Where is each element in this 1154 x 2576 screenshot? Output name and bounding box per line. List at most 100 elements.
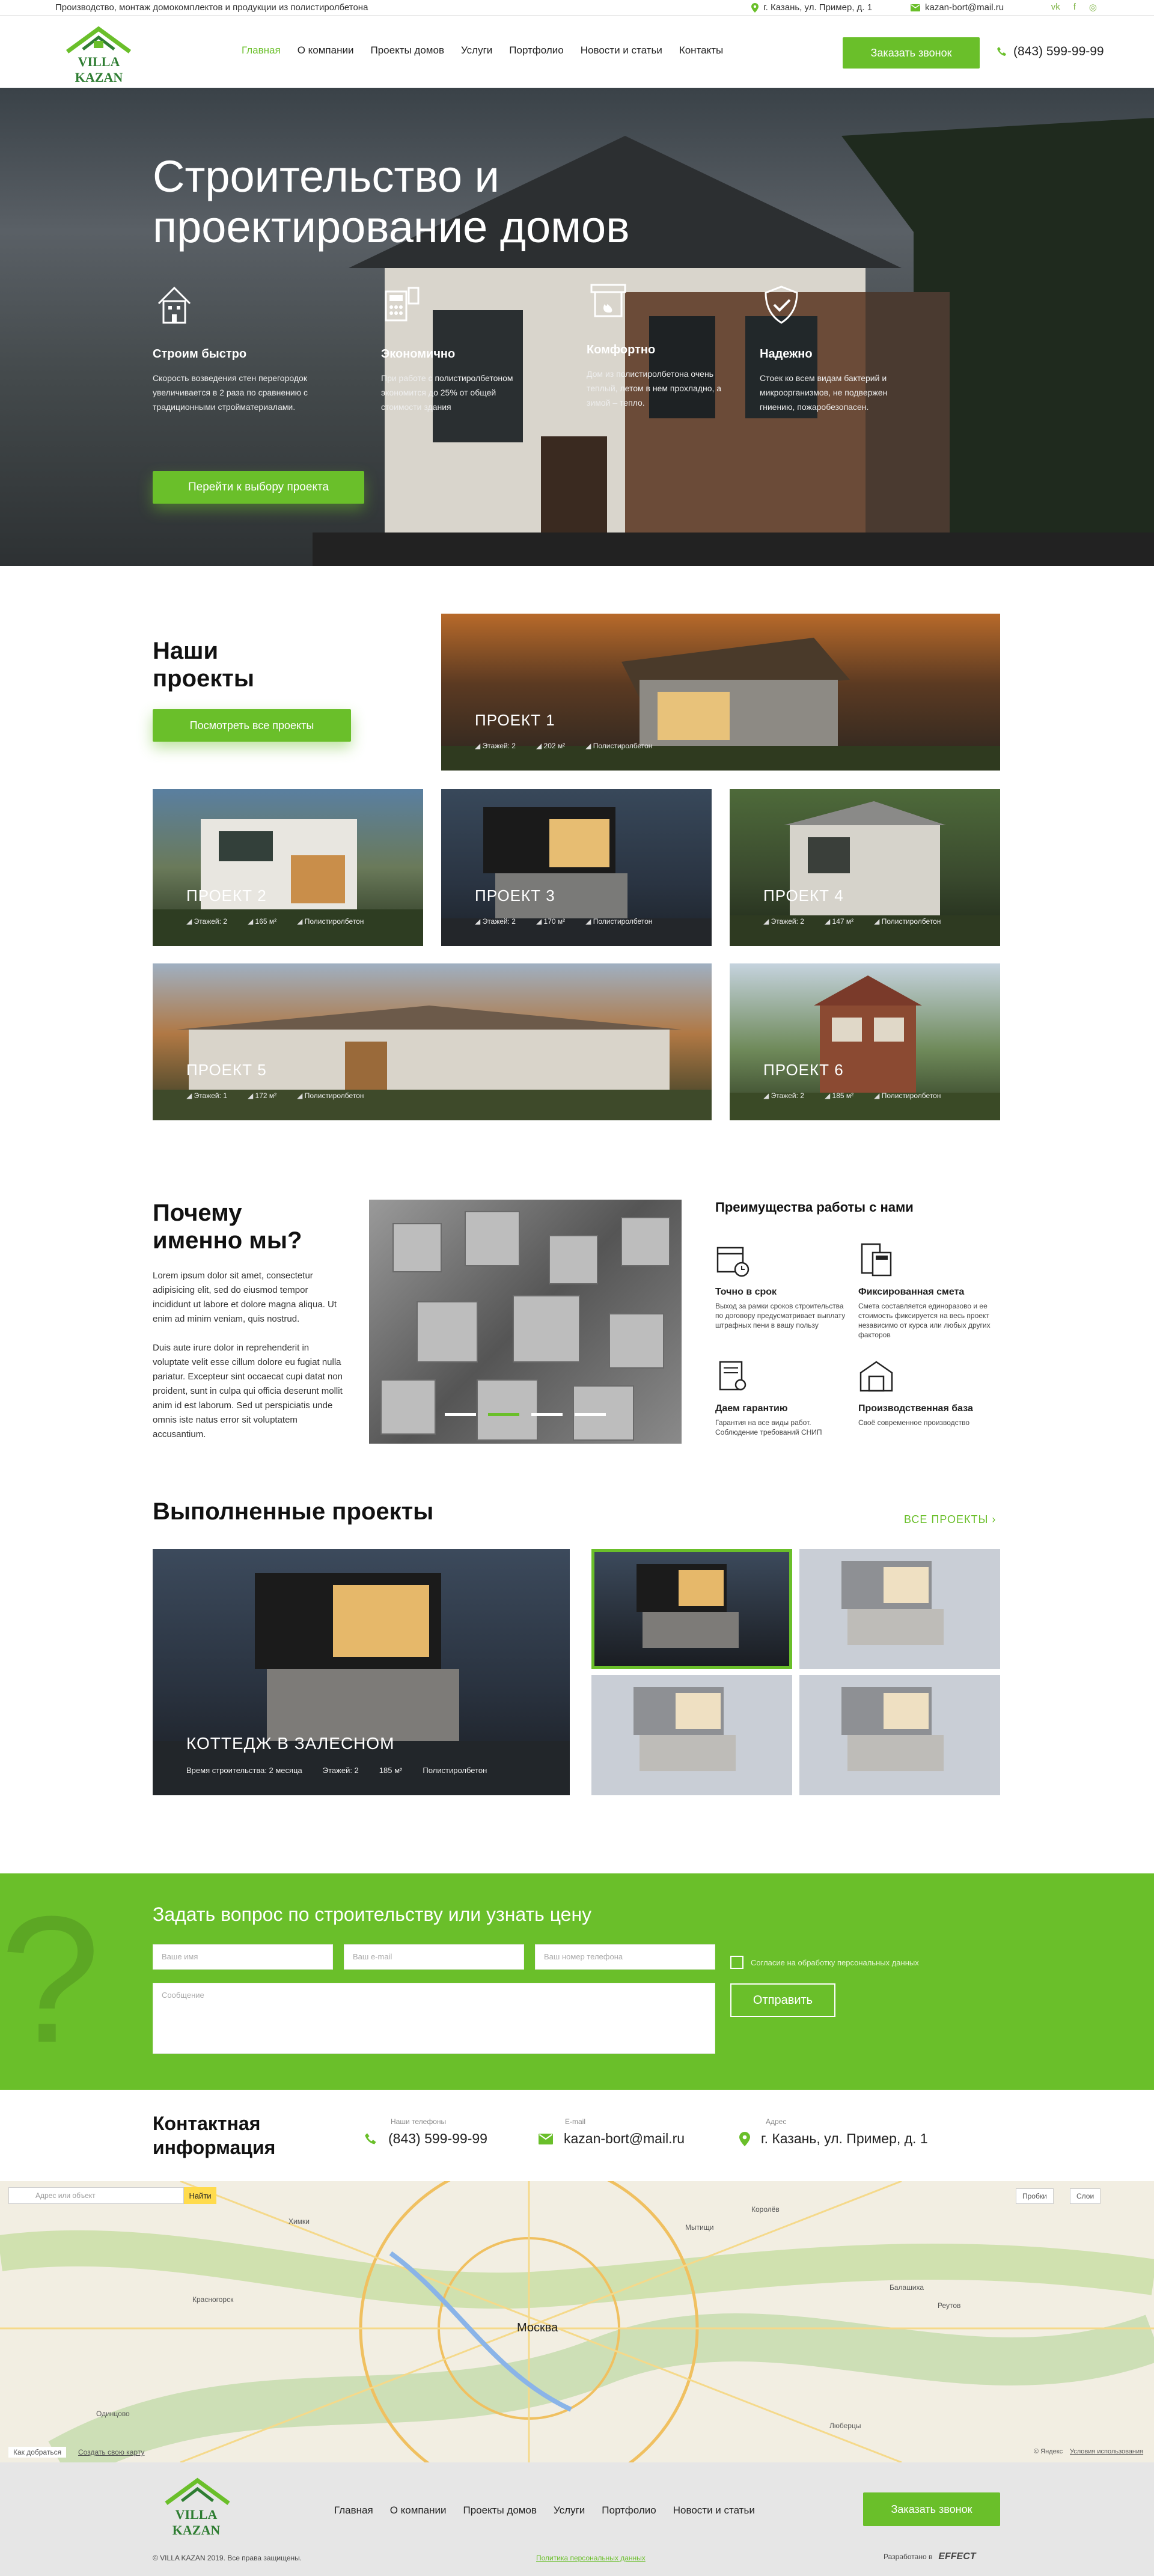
why-us-paragraph-2: Duis aute irure dolor in reprehenderit i… (153, 1343, 343, 1439)
view-all-projects-button[interactable]: Посмотреть все проекты (153, 709, 351, 742)
completed-project-main[interactable]: КОТТЕДЖ В ЗАЛЕСНОМ Время строительства: … (153, 1549, 570, 1795)
nav-item-services[interactable]: Услуги (461, 44, 492, 56)
gallery-thumb[interactable] (591, 1675, 792, 1795)
instagram-icon[interactable]: ◎ (1089, 2, 1097, 13)
layers-button[interactable]: Слои (1070, 2188, 1101, 2204)
map-search-input[interactable]: Адрес или объект (8, 2187, 184, 2204)
choose-project-button[interactable]: Перейти к выбору проекта (153, 471, 364, 504)
slider-dot-active[interactable] (488, 1413, 519, 1416)
project-area: 170 м² (536, 917, 566, 926)
slider-dot[interactable] (531, 1413, 563, 1416)
why-us-section: Почему именно мы? Lorem ipsum dolor sit … (153, 1199, 345, 1442)
nav-item-projects[interactable]: Проекты домов (370, 44, 444, 56)
project-floors: Этажей: 2 (186, 917, 227, 926)
project-meta: Этажей: 2 185 м² Полистиролбетон (763, 1091, 941, 1100)
consent-checkbox[interactable]: Согласие на обработку персональных данны… (730, 1956, 919, 1969)
advantage-title: Даем гарантию (715, 1403, 788, 1414)
vk-icon[interactable]: vk (1051, 2, 1060, 13)
project-material: Полистиролбетон (874, 1091, 941, 1100)
contact-email-value[interactable]: kazan-bort@mail.ru (564, 2131, 685, 2147)
contact-phone-label: Наши телефоны (391, 2117, 447, 2126)
project-card[interactable]: ПРОЕКТ 5 Этажей: 1 172 м² Полистиролбетон (153, 963, 712, 1120)
footer-order-call-button[interactable]: Заказать звонок (863, 2492, 1000, 2526)
order-call-button[interactable]: Заказать звонок (843, 37, 980, 69)
footer-nav-news[interactable]: Новости и статьи (673, 2504, 755, 2516)
nav-item-contacts[interactable]: Контакты (679, 44, 723, 56)
concrete-blocks-slider[interactable] (369, 1200, 682, 1444)
footer-nav-about[interactable]: О компании (390, 2504, 447, 2516)
all-projects-link[interactable]: ВСЕ ПРОЕКТЫ › (904, 1513, 996, 1526)
nav-item-about[interactable]: О компании (298, 44, 354, 56)
checkbox-box[interactable] (730, 1956, 743, 1969)
feature-economy-text: При работе с полистиролбетоном экономитс… (381, 373, 513, 412)
map-label: Химки (288, 2217, 310, 2226)
logo[interactable]: VILLA KAZAN (55, 25, 142, 85)
gallery-thumb-selected[interactable] (591, 1549, 792, 1669)
project-material: Полистиролбетон (585, 742, 653, 750)
gallery-thumb[interactable] (799, 1675, 1000, 1795)
name-input[interactable]: Ваше имя (153, 1944, 333, 1970)
nav-item-home[interactable]: Главная (242, 44, 281, 56)
nav-item-news[interactable]: Новости и статьи (581, 44, 662, 56)
slider-dot[interactable] (445, 1413, 476, 1416)
calculator-icon (385, 287, 420, 322)
route-button[interactable]: Как добраться (8, 2447, 67, 2458)
nav-item-portfolio[interactable]: Портфолио (509, 44, 563, 56)
contact-address: Адрес г. Казань, ул. Пример, д. 1 (739, 2117, 928, 2147)
footer-nav-home[interactable]: Главная (334, 2504, 373, 2516)
footer-nav-services[interactable]: Услуги (554, 2504, 585, 2516)
project-card[interactable]: ПРОЕКТ 6 Этажей: 2 185 м² Полистиролбетон (730, 963, 1000, 1120)
map-label: Мытищи (685, 2223, 714, 2232)
yandex-map[interactable]: Адрес или объект Найти Пробки Слои Химки… (0, 2181, 1154, 2462)
feature-fast: Строим быстро Скорость возведения стен п… (153, 283, 309, 414)
concrete-blocks-image (380, 1211, 670, 1441)
contact-phone-value[interactable]: (843) 599-99-99 (388, 2131, 487, 2147)
gallery-thumb[interactable] (799, 1549, 1000, 1669)
top-email-text: kazan-bort@mail.ru (925, 2, 1004, 13)
footer-logo[interactable]: VILLA KAZAN (153, 2477, 243, 2538)
slider-dot[interactable] (575, 1413, 606, 1416)
footer-nav-projects[interactable]: Проекты домов (463, 2504, 537, 2516)
project-area: 202 м² (536, 742, 566, 750)
project-material: Полистиролбетон (874, 917, 941, 926)
main-nav: Главная О компании Проекты домов Услуги … (242, 44, 723, 56)
email-input[interactable]: Ваш e-mail (344, 1944, 524, 1970)
project-card[interactable]: ПРОЕКТ 1 Этажей: 2 202 м² Полистиролбетон (441, 614, 1000, 771)
project-card[interactable]: ПРОЕКТ 3 Этажей: 2 170 м² Полистиролбетон (441, 789, 712, 946)
send-button[interactable]: Отправить (730, 1983, 835, 2017)
header-phone[interactable]: (843) 599-99-99 (997, 44, 1104, 59)
project-material: Полистиролбетон (585, 917, 653, 926)
house-logo-icon (66, 26, 132, 53)
phone-icon (365, 2132, 376, 2144)
facebook-icon[interactable]: f (1073, 2, 1076, 13)
project-floors: Этажей: 2 (763, 917, 804, 926)
contact-address-value: г. Казань, ул. Пример, д. 1 (761, 2131, 928, 2146)
project-card[interactable]: ПРОЕКТ 4 Этажей: 2 147 м² Полистиролбетон (730, 789, 1000, 946)
phone-input[interactable]: Ваш номер телефона (535, 1944, 715, 1970)
all-projects-text: ВСЕ ПРОЕКТЫ (904, 1513, 989, 1525)
map-label: Королёв (751, 2205, 780, 2214)
traffic-button[interactable]: Пробки (1016, 2188, 1054, 2204)
cottage-thumb-image (841, 1687, 944, 1771)
warehouse-icon (859, 1361, 893, 1392)
question-form-section: ? Задать вопрос по строительству или узн… (0, 1873, 1154, 2090)
developer-credit[interactable]: Разработано в EFFECT (884, 2551, 976, 2562)
footer-nav-portfolio[interactable]: Портфолио (602, 2504, 656, 2516)
privacy-policy-link[interactable]: Политика персональных данных (536, 2554, 646, 2562)
top-email[interactable]: kazan-bort@mail.ru (911, 2, 1004, 13)
map-copyright: © Яндекс (1034, 2448, 1063, 2455)
project-floors: Этажей: 1 (186, 1091, 227, 1100)
create-map-link[interactable]: Создать свою карту (78, 2448, 144, 2456)
consent-label: Согласие на обработку персональных данны… (751, 1958, 919, 1967)
advantage-text: Выход за рамки сроков строительства по д… (715, 1302, 846, 1329)
social-links: vk f ◎ (1051, 2, 1097, 13)
cottage-thumb-image (841, 1561, 944, 1645)
map-terms-link[interactable]: Условия использования (1070, 2448, 1143, 2455)
project-area: 147 м² (825, 917, 854, 926)
contact-phone: Наши телефоны (843) 599-99-99 (364, 2117, 487, 2147)
header-phone-text: (843) 599-99-99 (1013, 44, 1104, 58)
map-find-button[interactable]: Найти (184, 2187, 216, 2204)
project-meta: Этажей: 2 165 м² Полистиролбетон (186, 917, 364, 926)
project-card[interactable]: ПРОЕКТ 2 Этажей: 2 165 м² Полистиролбетон (153, 789, 423, 946)
message-textarea[interactable]: Сообщение (153, 1983, 715, 2054)
